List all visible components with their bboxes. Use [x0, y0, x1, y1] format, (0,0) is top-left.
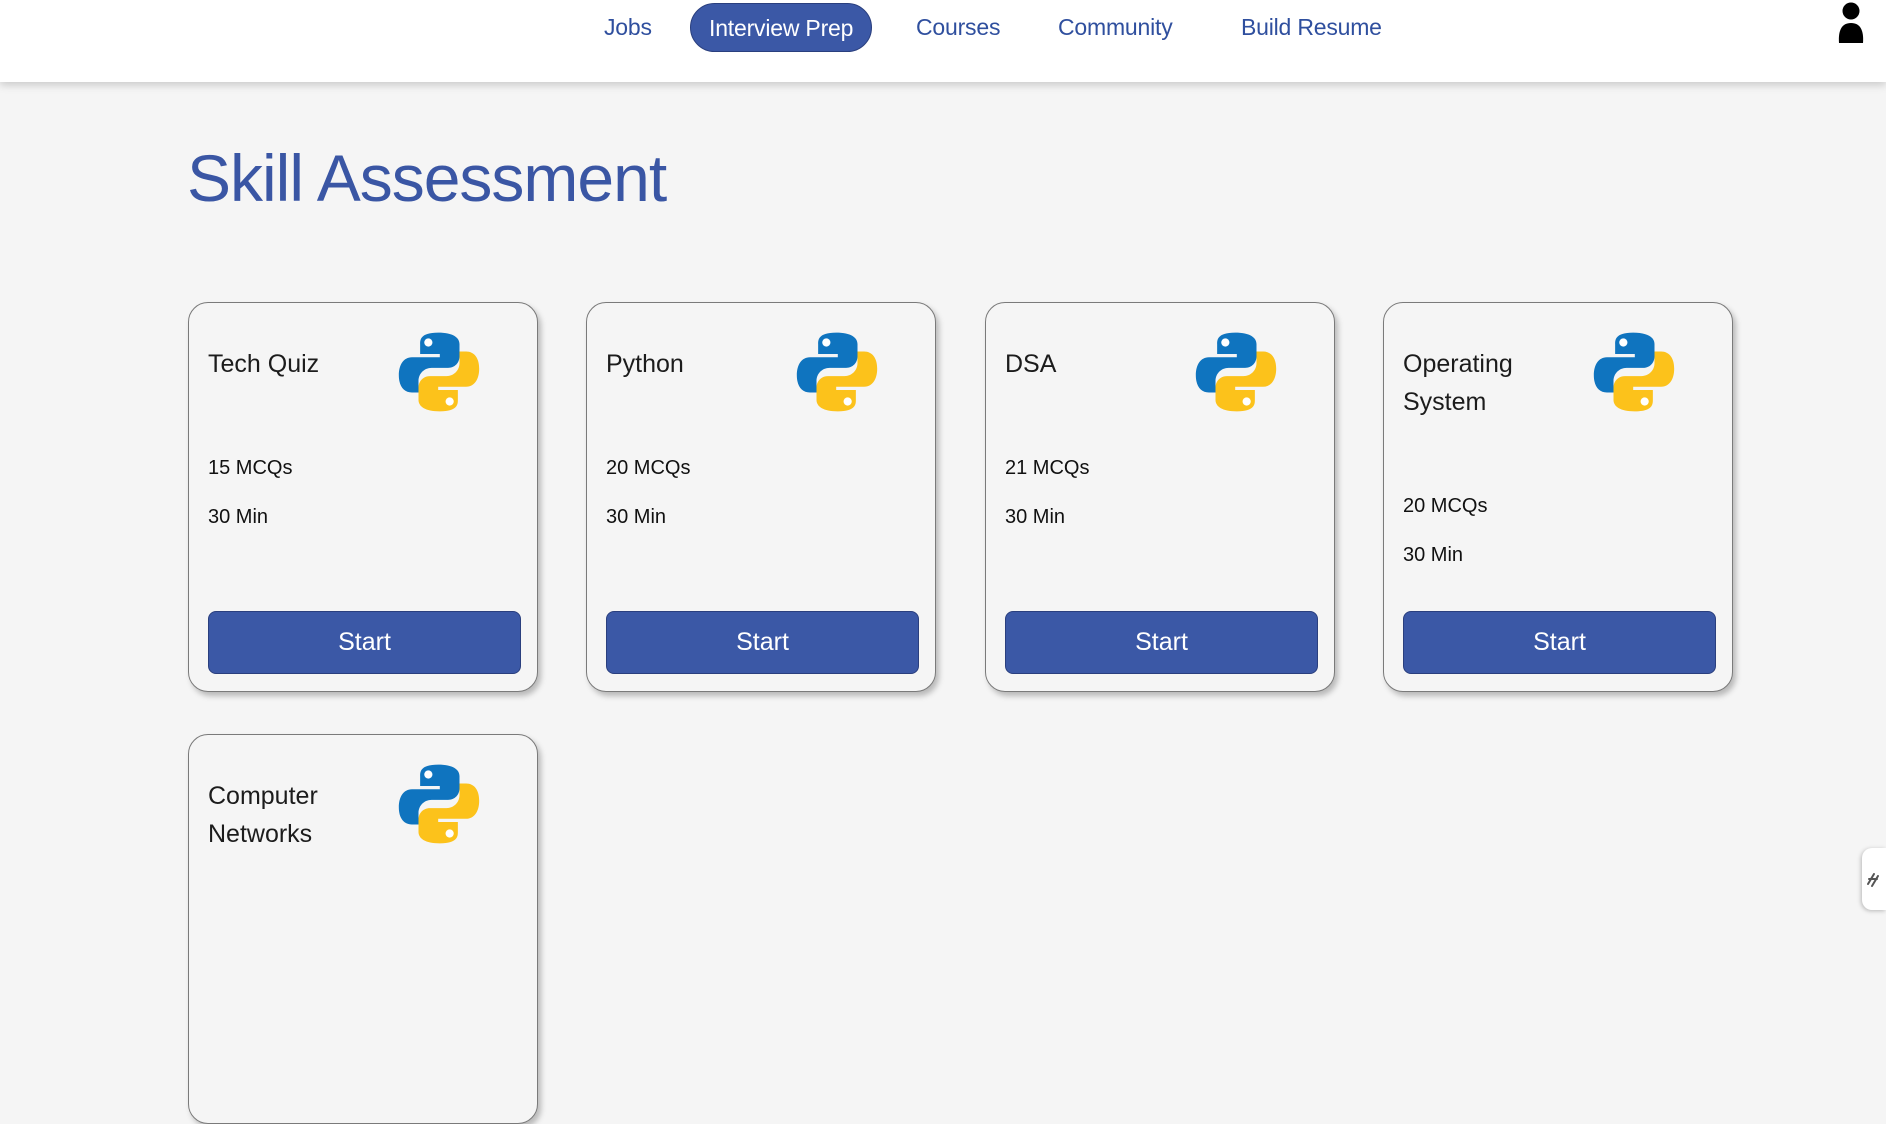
- nav-courses[interactable]: Courses: [916, 3, 1000, 52]
- quiz-duration: 30 Min: [606, 506, 667, 528]
- card-title: Computer Networks: [208, 782, 318, 848]
- nav-community[interactable]: Community: [1058, 3, 1173, 52]
- mcq-count: 15 MCQs: [208, 457, 293, 479]
- python-logo-icon: [1593, 331, 1675, 413]
- expand-icon: [1867, 873, 1879, 887]
- nav-build-resume[interactable]: Build Resume: [1241, 3, 1382, 52]
- mcq-count: 20 MCQs: [606, 457, 691, 479]
- card-title: Operating System: [1403, 350, 1513, 416]
- assessment-card: Operating System 20 MCQs 30 Min Start: [1383, 302, 1733, 692]
- quiz-duration: 30 Min: [1005, 506, 1066, 528]
- mcq-count: 20 MCQs: [1403, 495, 1488, 517]
- card-title: Python: [606, 350, 684, 378]
- start-button[interactable]: Start: [1403, 611, 1716, 674]
- quiz-duration: 30 Min: [1403, 544, 1464, 566]
- side-widget-tab[interactable]: [1862, 848, 1886, 910]
- assessment-card: Python 20 MCQs 30 Min Start: [586, 302, 936, 692]
- assessment-card: Computer Networks: [188, 734, 538, 1124]
- python-logo-icon: [1195, 331, 1277, 413]
- card-title: Tech Quiz: [208, 350, 320, 378]
- user-icon[interactable]: [1836, 2, 1866, 44]
- python-logo-icon: [398, 763, 480, 845]
- assessment-card: Tech Quiz 15 MCQs 30 Min Start: [188, 302, 538, 692]
- start-button[interactable]: Start: [208, 611, 521, 674]
- nav-jobs[interactable]: Jobs: [604, 3, 652, 52]
- page-title: Skill Assessment: [187, 141, 667, 215]
- assessment-card: DSA 21 MCQs 30 Min Start: [985, 302, 1335, 692]
- card-title: DSA: [1005, 350, 1057, 378]
- start-button[interactable]: Start: [1005, 611, 1318, 674]
- mcq-count: 21 MCQs: [1005, 457, 1090, 479]
- python-logo-icon: [796, 331, 878, 413]
- top-nav-bar: Jobs Interview Prep Courses Community Bu…: [0, 0, 1886, 82]
- main-nav: Jobs Interview Prep Courses Community Bu…: [0, 3, 1886, 52]
- python-logo-icon: [398, 331, 480, 413]
- start-button[interactable]: Start: [606, 611, 919, 674]
- quiz-duration: 30 Min: [208, 506, 269, 528]
- nav-interview-prep[interactable]: Interview Prep: [690, 3, 873, 52]
